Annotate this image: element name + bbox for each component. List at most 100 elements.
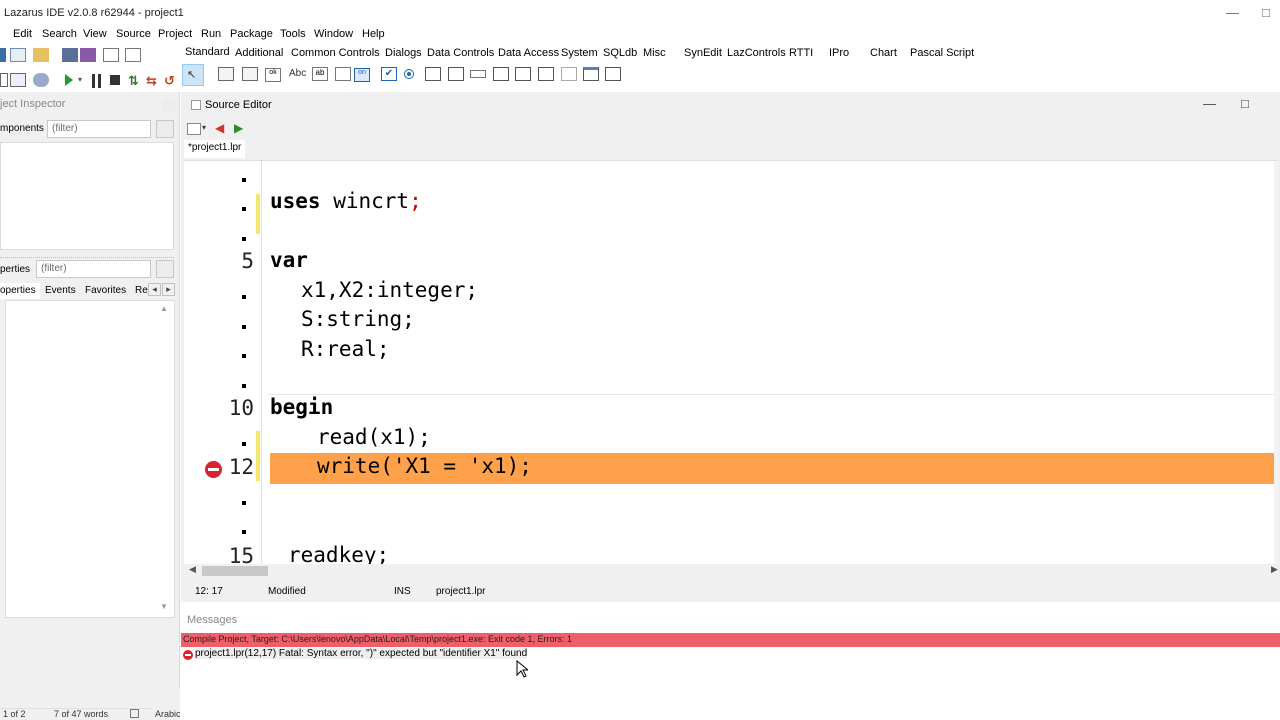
checkbox-icon[interactable]: ✔ xyxy=(381,67,397,81)
toggle-form-icon[interactable] xyxy=(103,48,119,62)
scroll-right-icon[interactable]: ▶ xyxy=(1271,564,1278,575)
tab-chart[interactable]: Chart xyxy=(870,47,897,59)
error-message[interactable]: project1.lpr(12,17) Fatal: Syntax error,… xyxy=(195,648,528,659)
tab-ipro[interactable]: IPro xyxy=(829,47,849,59)
tab-data-controls[interactable]: Data Controls xyxy=(427,47,494,59)
checkgroup-icon[interactable] xyxy=(538,67,554,81)
run-icon[interactable] xyxy=(64,73,74,87)
save-icon[interactable] xyxy=(62,48,78,62)
tab-common-controls[interactable]: Common Controls xyxy=(291,47,380,59)
code-line: read(x1); xyxy=(317,425,431,449)
step-out-icon[interactable]: ↺ xyxy=(164,73,180,88)
tab-pascal-script[interactable]: Pascal Script xyxy=(910,47,974,59)
menu-help[interactable]: Help xyxy=(362,28,385,40)
restore-icon[interactable]: □ xyxy=(1262,5,1270,20)
memo-icon[interactable] xyxy=(335,67,351,81)
components-filter-input[interactable]: (filter) xyxy=(47,120,151,138)
pin-icon[interactable] xyxy=(162,98,176,112)
modified-marker xyxy=(256,194,260,234)
menu-package[interactable]: Package xyxy=(230,28,273,40)
new-icon[interactable] xyxy=(0,48,6,62)
jump-dropdown-icon[interactable]: ▾ xyxy=(202,123,206,132)
jump-menu-icon[interactable] xyxy=(187,123,201,135)
scroll-left-icon[interactable]: ◀ xyxy=(189,564,196,575)
menu-search[interactable]: Search xyxy=(42,28,77,40)
tab-lazcontrols[interactable]: LazControls xyxy=(727,47,786,59)
new-form-icon[interactable] xyxy=(10,48,26,62)
label-icon[interactable]: Abc xyxy=(289,68,306,79)
view-units-icon[interactable] xyxy=(125,48,141,62)
step-over-icon[interactable]: ⇆ xyxy=(146,73,162,88)
jump-forward-icon[interactable]: ▶ xyxy=(234,121,243,135)
tab-properties[interactable]: operties xyxy=(0,283,40,299)
tab-misc[interactable]: Misc xyxy=(643,47,666,59)
editor-minimize-icon[interactable]: — xyxy=(1203,96,1216,111)
popupmenu-icon[interactable] xyxy=(242,67,258,81)
listbox-icon[interactable] xyxy=(425,67,441,81)
view-forms-icon[interactable] xyxy=(0,73,8,87)
tab-dialogs[interactable]: Dialogs xyxy=(385,47,422,59)
frame-icon[interactable] xyxy=(583,67,599,81)
code-line: begin xyxy=(270,395,334,419)
step-into-icon[interactable]: ⇅ xyxy=(128,73,144,88)
line-dot xyxy=(242,325,246,329)
options-icon[interactable] xyxy=(33,73,49,87)
save-all-icon[interactable] xyxy=(80,48,96,62)
tab-project1-lpr[interactable]: *project1.lpr xyxy=(184,140,246,158)
tab-restricted[interactable]: Re xyxy=(135,285,148,296)
property-grid[interactable] xyxy=(5,300,175,618)
menu-project[interactable]: Project xyxy=(158,28,192,40)
scrollbar-icon[interactable] xyxy=(470,70,486,78)
menu-run[interactable]: Run xyxy=(201,28,221,40)
radiogroup-icon[interactable] xyxy=(515,67,531,81)
language: Arabic xyxy=(155,709,181,719)
button-icon[interactable]: ok xyxy=(265,68,281,82)
menu-edit[interactable]: Edit xyxy=(13,28,32,40)
tab-additional[interactable]: Additional xyxy=(235,47,283,59)
togglebox-icon[interactable]: on xyxy=(354,68,370,82)
groupbox-icon[interactable] xyxy=(493,67,509,81)
tab-favorites[interactable]: Favorites xyxy=(85,285,126,296)
minimize-icon[interactable]: — xyxy=(1226,5,1239,20)
grid-scroll-up-icon[interactable]: ▲ xyxy=(160,304,168,313)
editor-maximize-icon[interactable]: □ xyxy=(1241,96,1249,111)
actionlist-icon[interactable] xyxy=(605,67,621,81)
tab-rtti[interactable]: RTTI xyxy=(789,47,813,59)
tab-standard[interactable]: Standard xyxy=(185,45,230,59)
clear-properties-filter-icon[interactable] xyxy=(156,260,174,278)
menu-source[interactable]: Source xyxy=(116,28,151,40)
code-editor[interactable]: 5 10 12 15 uses wincrt; var x1,X2:intege… xyxy=(184,160,1278,564)
tab-scroll-left-icon[interactable]: ◂ xyxy=(148,283,161,296)
horizontal-scrollbar[interactable]: ◀ ▶ xyxy=(184,564,1280,578)
tab-sqldb[interactable]: SQLdb xyxy=(603,47,637,59)
properties-filter-input[interactable]: (filter) xyxy=(36,260,151,278)
mainmenu-icon[interactable] xyxy=(218,67,234,81)
tab-data-access[interactable]: Data Access xyxy=(498,47,559,59)
jump-back-icon[interactable]: ◀ xyxy=(215,121,224,135)
build-mode-icon[interactable] xyxy=(10,73,26,87)
scroll-thumb[interactable] xyxy=(202,566,268,576)
menu-tools[interactable]: Tools xyxy=(280,28,306,40)
vertical-scrollbar[interactable] xyxy=(1274,161,1278,564)
clear-filter-icon[interactable] xyxy=(156,120,174,138)
tab-events[interactable]: Events xyxy=(45,285,76,296)
component-tree[interactable] xyxy=(0,142,174,250)
stop-icon[interactable] xyxy=(110,75,120,85)
open-icon[interactable] xyxy=(33,48,49,62)
tab-system[interactable]: System xyxy=(561,47,598,59)
splitter[interactable] xyxy=(0,254,174,258)
panel-icon[interactable] xyxy=(561,67,577,81)
tab-synedit[interactable]: SynEdit xyxy=(684,47,722,59)
grid-scroll-down-icon[interactable]: ▼ xyxy=(160,602,168,611)
combobox-icon[interactable] xyxy=(448,67,464,81)
run-dropdown-icon[interactable]: ▾ xyxy=(78,75,82,84)
edit-icon[interactable]: ab xyxy=(312,67,328,81)
menu-view[interactable]: View xyxy=(83,28,107,40)
pause-icon[interactable] xyxy=(92,74,101,88)
code-line-error: write('X1 = 'x1); xyxy=(317,454,532,478)
gutter xyxy=(184,161,262,564)
tab-scroll-right-icon[interactable]: ▸ xyxy=(162,283,175,296)
menu-window[interactable]: Window xyxy=(314,28,353,40)
insert-mode: INS xyxy=(394,586,411,597)
code-text: wincrt xyxy=(320,189,410,213)
